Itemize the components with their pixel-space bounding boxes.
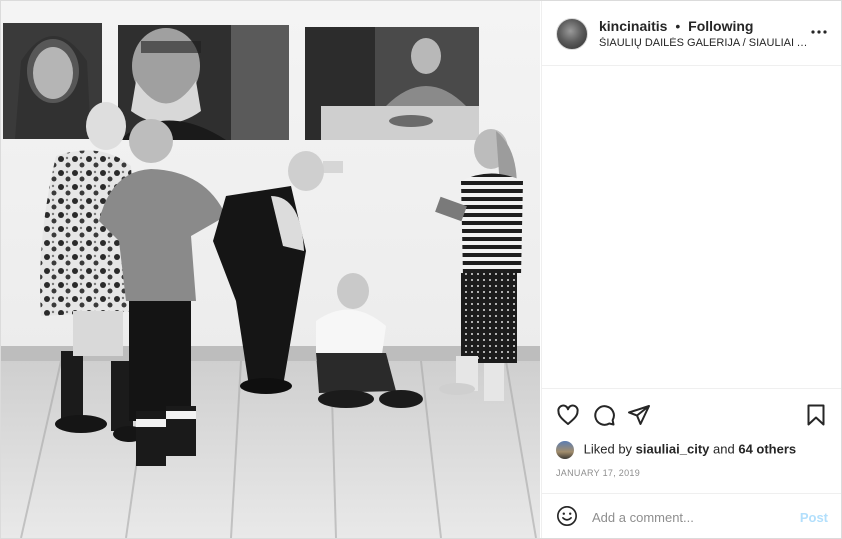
others-count[interactable]: 64 others (738, 441, 796, 456)
post-dialog: kincinaitis • Following ŠIAULIŲ DAILĖS G… (0, 0, 842, 539)
liker-username[interactable]: siauliai_city (636, 441, 710, 456)
actions-section: Liked by siauliai_city and 64 others JAN… (542, 388, 841, 494)
comment-input[interactable] (592, 507, 792, 527)
username-link[interactable]: kincinaitis (599, 18, 667, 34)
comments-area[interactable] (542, 66, 841, 387)
bookmark-icon[interactable] (804, 403, 828, 427)
post-date[interactable]: JANUARY 17, 2019 (556, 468, 640, 478)
location-link[interactable]: ŠIAULIŲ DAILĖS GALERIJA / SIAULIAI A... (599, 37, 809, 49)
liker-avatar[interactable] (556, 441, 574, 459)
emoji-icon[interactable] (556, 505, 578, 527)
heart-icon[interactable] (556, 403, 580, 427)
following-button[interactable]: Following (688, 18, 753, 34)
likes-summary: Liked by siauliai_city and 64 others (556, 441, 796, 459)
post-header: kincinaitis • Following ŠIAULIŲ DAILĖS G… (542, 1, 841, 66)
user-avatar[interactable] (556, 18, 588, 50)
more-options-icon[interactable] (810, 23, 828, 41)
paper-plane-icon[interactable] (627, 403, 651, 427)
wall-photo-old-man-table (305, 27, 479, 140)
comment-box: Post (542, 493, 841, 538)
liked-by-prefix: Liked by (583, 441, 633, 457)
post-comment-button[interactable]: Post (800, 510, 828, 525)
liked-by-conjunction: and (713, 441, 735, 457)
post-side-panel: kincinaitis • Following ŠIAULIŲ DAILĖS G… (541, 1, 841, 538)
user-line: kincinaitis • Following (599, 18, 753, 34)
separator-dot: • (675, 18, 681, 34)
comment-icon[interactable] (592, 403, 616, 427)
post-photo[interactable] (1, 1, 540, 538)
